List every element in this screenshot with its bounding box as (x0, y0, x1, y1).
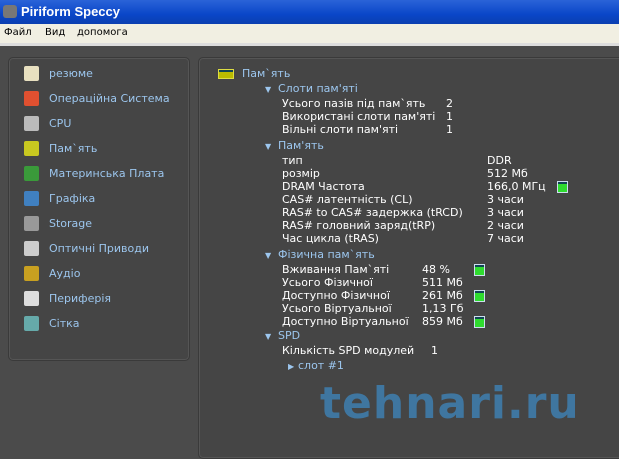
row-value: 1 (431, 344, 438, 357)
section-physical[interactable]: Фізична пам`ять (278, 248, 375, 261)
row-value: 261 Мб (422, 289, 463, 302)
collapse-arrow-icon[interactable]: ▼ (265, 251, 271, 260)
row-label: Кількість SPD модулей (282, 344, 415, 357)
window-title: Piriform Speccy (21, 4, 120, 19)
menu-file[interactable]: Файл (4, 27, 32, 38)
row-value: 48 % (422, 263, 450, 276)
menu-help[interactable]: допомога (77, 27, 128, 38)
row-value: 166,0 МГц (487, 180, 546, 193)
row-value: 2 часи (487, 219, 524, 232)
row-value: 512 Мб (487, 167, 528, 180)
spd-slot-1[interactable]: слот #1 (298, 359, 344, 372)
ram-icon (218, 69, 234, 79)
row-label: тип (282, 154, 303, 167)
row-label: RAS# головний заряд(tRP) (282, 219, 436, 232)
row-value: 511 Мб (422, 276, 463, 289)
speaker-icon (24, 266, 39, 281)
watermark: tehnari.ru (320, 378, 580, 429)
row-value: 859 Мб (422, 315, 463, 328)
row-label: Доступно Віртуальної (282, 315, 409, 328)
status-indicator-icon (474, 290, 485, 302)
row-label: Використані слоти пам'яті (282, 110, 436, 123)
menu-bar: Файл Вид допомога (0, 24, 619, 46)
motherboard-icon (24, 166, 39, 181)
status-indicator-icon (557, 181, 568, 193)
row-value: 1 (446, 123, 453, 136)
row-label: Вільні слоти пам'яті (282, 123, 399, 136)
expand-arrow-icon[interactable]: ▶ (288, 362, 294, 371)
title-bar: Piriform Speccy (0, 0, 619, 24)
app-icon (3, 5, 17, 18)
row-label: DRAM Частота (282, 180, 365, 193)
network-icon (24, 316, 39, 331)
row-label: Вживання Пам`яті (282, 263, 390, 276)
monitor-icon (24, 191, 39, 206)
status-indicator-icon (474, 264, 485, 276)
row-value: 3 часи (487, 193, 524, 206)
summary-icon (24, 66, 39, 81)
row-value: 2 (446, 97, 453, 110)
page-title: Пам`ять (242, 67, 291, 80)
collapse-arrow-icon[interactable]: ▼ (265, 85, 271, 94)
optical-icon (24, 241, 39, 256)
menu-view[interactable]: Вид (45, 27, 65, 38)
row-value: 1,13 Гб (422, 302, 464, 315)
row-label: Доступно Фізичної (282, 289, 390, 302)
status-indicator-icon (474, 316, 485, 328)
row-value: 7 часи (487, 232, 524, 245)
hdd-icon (24, 216, 39, 231)
mouse-icon (24, 291, 39, 306)
row-label: Усього Віртуальної (282, 302, 392, 315)
row-value: DDR (487, 154, 512, 167)
row-label: Усього пазів під пам`ять (282, 97, 426, 110)
collapse-arrow-icon[interactable]: ▼ (265, 332, 271, 341)
row-value: 1 (446, 110, 453, 123)
row-label: RAS# to CAS# задержка (tRCD) (282, 206, 463, 219)
cpu-icon (24, 116, 39, 131)
section-memory[interactable]: Пам'ять (278, 139, 324, 152)
collapse-arrow-icon[interactable]: ▼ (265, 142, 271, 151)
ram-icon (24, 141, 39, 156)
windows-icon (24, 91, 39, 106)
row-label: Усього Фізичної (282, 276, 373, 289)
row-label: Час цикла (tRAS) (282, 232, 379, 245)
row-label: розмір (282, 167, 320, 180)
row-value: 3 часи (487, 206, 524, 219)
section-spd[interactable]: SPD (278, 329, 300, 342)
row-label: CAS# латентність (CL) (282, 193, 413, 206)
section-slots[interactable]: Слоти пам'яті (278, 82, 358, 95)
